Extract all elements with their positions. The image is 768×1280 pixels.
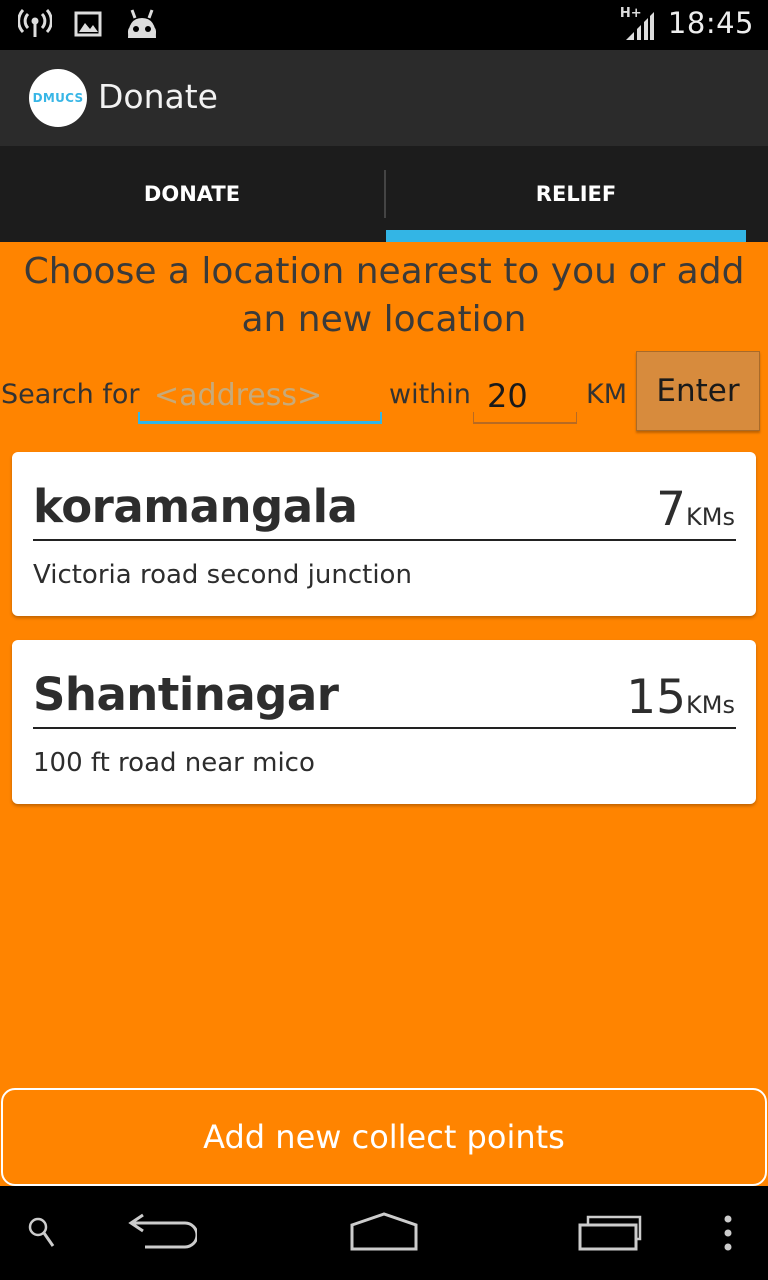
- picture-icon: [74, 10, 102, 42]
- within-label: within: [389, 379, 471, 410]
- android-robot-icon: [124, 8, 160, 44]
- enter-button-label: Enter: [656, 373, 740, 409]
- location-distance: 7KMs: [656, 482, 735, 537]
- location-name: Shantinagar: [33, 668, 339, 721]
- action-bar: DMUCS Donate: [0, 50, 768, 146]
- cell-signal-icon: H+: [620, 6, 656, 40]
- add-collect-points-label: Add new collect points: [203, 1118, 565, 1156]
- page-heading: Choose a location nearest to you or add …: [23, 251, 745, 340]
- divider: [33, 727, 736, 729]
- tab-selected-indicator: [386, 230, 746, 242]
- tab-relief-label: RELIEF: [535, 182, 617, 206]
- distance-value: 15: [626, 670, 687, 725]
- search-icon[interactable]: [20, 1186, 64, 1280]
- location-card[interactable]: koramangala 7KMs Victoria road second ju…: [12, 452, 756, 616]
- distance-input[interactable]: [473, 370, 577, 424]
- tab-donate-label: DONATE: [143, 182, 241, 206]
- recent-apps-icon[interactable]: [566, 1186, 652, 1280]
- search-row: Search for within KM Enter: [0, 350, 768, 434]
- divider: [33, 539, 736, 541]
- navigation-bar: [0, 1186, 768, 1280]
- enter-button[interactable]: Enter: [636, 351, 760, 431]
- back-icon[interactable]: [118, 1186, 202, 1280]
- location-distance: 15KMs: [626, 670, 735, 725]
- app-logo-text: DMUCS: [32, 91, 84, 105]
- tab-relief[interactable]: RELIEF: [384, 146, 768, 242]
- location-address: Victoria road second junction: [33, 560, 412, 590]
- tab-divider: [384, 170, 386, 218]
- wireless-signal-icon: [17, 8, 53, 43]
- app-title: Donate: [98, 77, 218, 116]
- overflow-menu-icon[interactable]: [712, 1186, 744, 1280]
- km-label: KM: [586, 379, 628, 410]
- search-for-label: Search for: [1, 379, 140, 410]
- home-icon[interactable]: [340, 1186, 428, 1280]
- distance-unit: KMs: [686, 691, 735, 719]
- location-address: 100 ft road near mico: [33, 748, 315, 778]
- location-card[interactable]: Shantinagar 15KMs 100 ft road near mico: [12, 640, 756, 804]
- status-bar: H+ 18:45: [0, 0, 768, 50]
- distance-value: 7: [656, 482, 687, 537]
- address-input[interactable]: [138, 370, 382, 424]
- clock: 18:45: [667, 6, 754, 40]
- distance-unit: KMs: [686, 503, 735, 531]
- app-logo[interactable]: DMUCS: [29, 69, 87, 127]
- location-name: koramangala: [33, 480, 358, 533]
- add-collect-points-button[interactable]: Add new collect points: [1, 1088, 767, 1186]
- tab-donate[interactable]: DONATE: [0, 146, 384, 242]
